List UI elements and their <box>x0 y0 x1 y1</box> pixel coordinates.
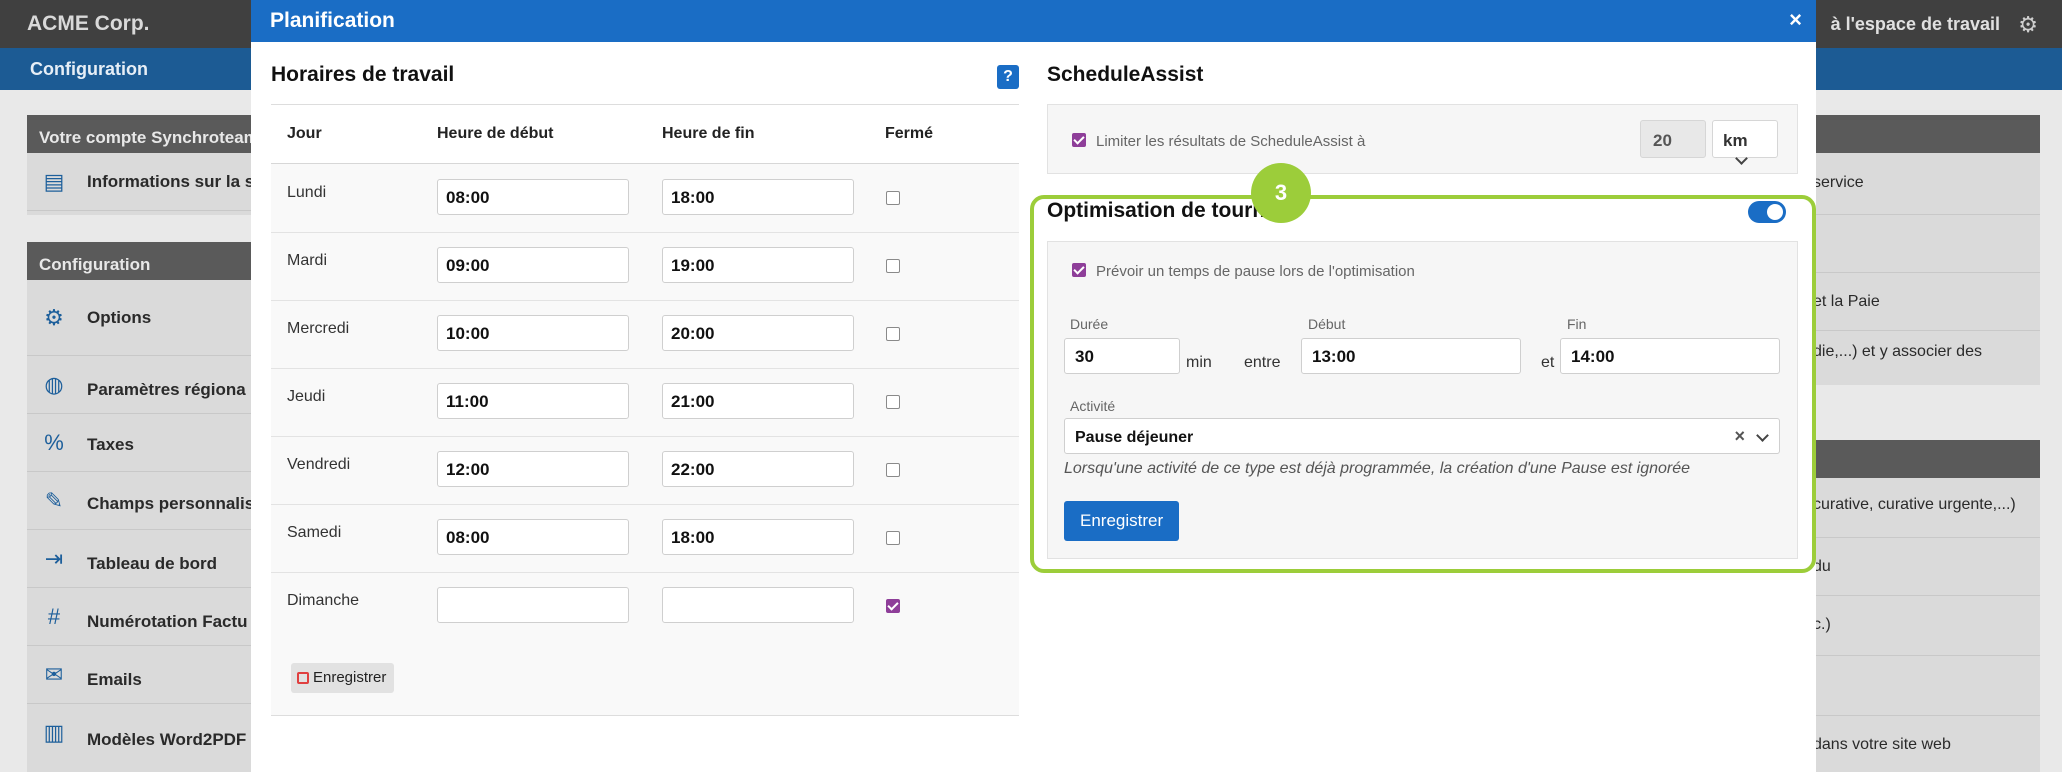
list-item[interactable]: dans votre site web <box>1805 716 2040 772</box>
end-time-input[interactable]: 18:00 <box>662 179 854 215</box>
working-hours-table: Jour Heure de début Heure de fin Fermé L… <box>271 104 1019 716</box>
list-item[interactable]: et la Paie <box>1805 273 2040 331</box>
start-time-input[interactable]: 12:00 <box>437 451 629 487</box>
day-label: Vendredi <box>287 456 351 473</box>
closed-checkbox[interactable] <box>886 191 900 205</box>
percent-icon: % <box>44 430 64 455</box>
end-time-input[interactable]: 18:00 <box>662 519 854 555</box>
step-badge: 3 <box>1251 163 1311 223</box>
table-row: Mercredi 10:00 20:00 <box>271 300 1019 369</box>
gear-icon[interactable]: ⚙ <box>2018 12 2038 38</box>
start-time-input[interactable]: 11:00 <box>437 383 629 419</box>
column-header-day: Jour <box>287 125 322 142</box>
modal-title: Planification <box>270 9 395 32</box>
chevron-down-icon <box>1735 152 1748 165</box>
list-item[interactable] <box>1805 215 2040 273</box>
back-to-workspace-link[interactable]: à l'espace de travail <box>1831 14 2000 35</box>
table-row: Vendredi 12:00 22:00 <box>271 436 1019 505</box>
limit-results-label: Limiter les résultats de ScheduleAssist … <box>1096 133 1366 150</box>
start-time-input[interactable]: 09:00 <box>437 247 629 283</box>
sidebar-item-emails[interactable]: ✉ Emails <box>27 646 257 704</box>
column-header-closed: Fermé <box>885 125 934 142</box>
right-panel-bottom-head <box>1805 440 2040 478</box>
sidebar-item-account-info[interactable]: ▤ Informations sur la s <box>27 153 257 211</box>
day-label: Samedi <box>287 524 342 541</box>
closed-checkbox[interactable] <box>886 599 900 613</box>
export-icon: ⇥ <box>44 546 64 571</box>
sidebar-item-custom-fields[interactable]: ✎ Champs personnalis <box>27 472 257 530</box>
hash-icon: # <box>47 604 61 629</box>
limit-results-checkbox[interactable] <box>1072 133 1086 147</box>
closed-checkbox[interactable] <box>886 463 900 477</box>
save-hours-button[interactable]: Enregistrer <box>291 663 395 693</box>
sidebar-item-dashboard[interactable]: ⇥ Tableau de bord <box>27 530 257 588</box>
account-panel-title: Votre compte Synchroteam <box>27 115 257 153</box>
table-row: Samedi 08:00 18:00 <box>271 504 1019 573</box>
sidebar-item-invoice-numbering[interactable]: # Numérotation Factu <box>27 588 257 646</box>
schedule-assist-box: Limiter les résultats de ScheduleAssist … <box>1047 104 1798 174</box>
sidebar-item-options[interactable]: ⚙ Options <box>27 280 257 356</box>
closed-checkbox[interactable] <box>886 531 900 545</box>
end-time-input[interactable]: 22:00 <box>662 451 854 487</box>
right-panel-top-head <box>1805 115 2040 153</box>
sidebar-item-taxes[interactable]: % Taxes <box>27 414 257 472</box>
mail-icon: ✉ <box>44 662 64 687</box>
table-row: Lundi 08:00 18:00 <box>271 164 1019 233</box>
list-item[interactable]: curative, curative urgente,...) <box>1805 478 2040 538</box>
start-time-input[interactable]: 10:00 <box>437 315 629 351</box>
config-panel: Configuration ⚙ Options ◍ Paramètres rég… <box>27 242 257 772</box>
list-item[interactable] <box>1805 656 2040 716</box>
modal-header: Planification × <box>251 0 1816 42</box>
end-time-input[interactable]: 19:00 <box>662 247 854 283</box>
globe-icon: ◍ <box>44 372 64 397</box>
sidebar-item-word2pdf[interactable]: ▥ Modèles Word2PDF <box>27 704 257 762</box>
save-icon <box>297 672 309 684</box>
help-icon[interactable]: ? <box>997 65 1019 89</box>
closed-checkbox[interactable] <box>886 327 900 341</box>
list-item[interactable]: die,...) et y associer des <box>1805 331 2040 385</box>
edit-icon: ✎ <box>44 488 64 513</box>
table-header: Jour Heure de début Heure de fin Fermé <box>271 105 1019 165</box>
day-label: Lundi <box>287 184 327 201</box>
table-row: Dimanche <box>271 572 1019 640</box>
id-card-icon: ▤ <box>43 169 65 194</box>
list-item[interactable]: c.) <box>1805 596 2040 656</box>
subnav-configuration[interactable]: Configuration <box>30 59 148 80</box>
right-panel-bottom: curative, curative urgente,...) du c.) d… <box>1805 440 2040 772</box>
working-hours-title: Horaires de travail <box>271 63 455 86</box>
start-time-input[interactable]: 08:00 <box>437 179 629 215</box>
close-icon[interactable]: × <box>1789 7 1802 33</box>
planning-modal: Planification × Horaires de travail ? Jo… <box>251 0 1816 772</box>
gear-icon: ⚙ <box>44 305 64 330</box>
start-time-input[interactable] <box>437 587 629 623</box>
brand-name: ACME Corp. <box>27 12 150 35</box>
start-time-input[interactable]: 08:00 <box>437 519 629 555</box>
closed-checkbox[interactable] <box>886 395 900 409</box>
config-panel-title: Configuration <box>27 242 257 280</box>
list-item[interactable]: du <box>1805 538 2040 596</box>
day-label: Mercredi <box>287 320 350 337</box>
end-time-input[interactable] <box>662 587 854 623</box>
day-label: Jeudi <box>287 388 326 405</box>
list-item[interactable]: service <box>1805 153 2040 215</box>
end-time-input[interactable]: 21:00 <box>662 383 854 419</box>
column-header-start: Heure de début <box>437 125 554 142</box>
schedule-assist-title: ScheduleAssist <box>1047 63 1204 86</box>
table-row: Jeudi 11:00 21:00 <box>271 368 1019 437</box>
right-panel-top: service et la Paie die,...) et y associe… <box>1805 115 2040 385</box>
day-label: Dimanche <box>287 592 360 609</box>
highlight-outline <box>1030 195 1816 573</box>
sidebar-item-regional[interactable]: ◍ Paramètres régiona <box>27 356 257 414</box>
table-row: Mardi 09:00 19:00 <box>271 232 1019 301</box>
day-label: Mardi <box>287 252 328 269</box>
distance-unit-select[interactable]: km <box>1712 120 1778 165</box>
closed-checkbox[interactable] <box>886 259 900 273</box>
column-header-end: Heure de fin <box>662 125 755 142</box>
pdf-icon: ▥ <box>43 720 65 745</box>
limit-distance-input[interactable]: 20 <box>1640 120 1706 158</box>
end-time-input[interactable]: 20:00 <box>662 315 854 351</box>
account-panel: Votre compte Synchroteam ▤ Informations … <box>27 115 257 215</box>
